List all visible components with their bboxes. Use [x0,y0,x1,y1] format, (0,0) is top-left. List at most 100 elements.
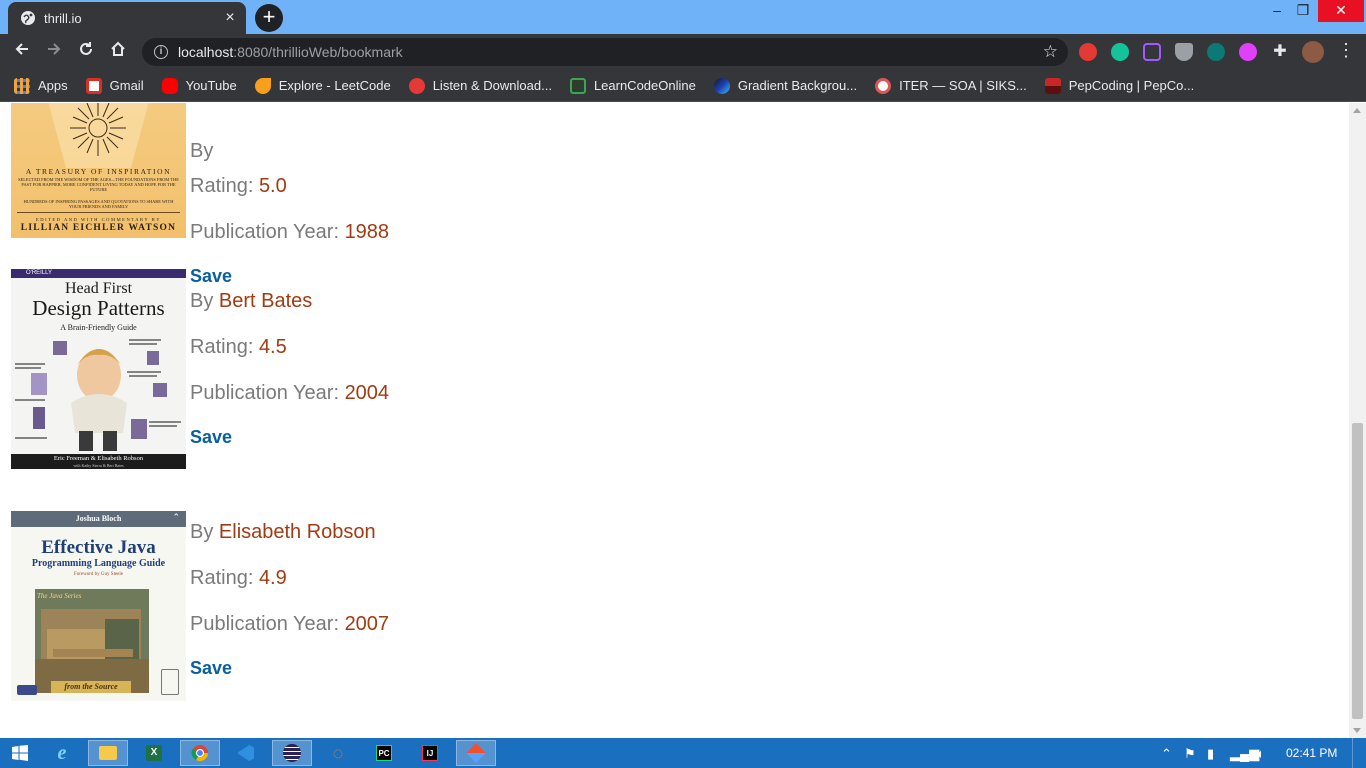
bookmark-star-icon[interactable]: ☆ [1043,42,1058,62]
cover-title: Effective Java [41,537,156,558]
pycharm-icon[interactable]: PC [364,740,404,766]
reload-icon[interactable] [74,40,98,64]
ie-icon[interactable]: e [42,740,82,766]
intellij-icon[interactable]: IJ [410,740,450,766]
book-publication-year: Publication Year: 2004 [190,382,390,404]
cover-series: The Java Series [37,592,82,600]
book-rating: Rating: 5.0 [190,175,287,197]
apps-grid-icon [14,77,30,94]
save-button[interactable]: Save [190,266,232,287]
book-author: By Elisabeth Robson [190,521,376,543]
bookmark-iter-soa[interactable]: ITER — SOA | SIKS... [875,77,1027,94]
cover-subtitle: A Brain-Friendly Guide [60,323,137,332]
save-button[interactable]: Save [190,658,232,679]
git-icon[interactable] [456,740,496,766]
book-publication-year: Publication Year: 2007 [190,613,390,635]
book-rating: Rating: 4.9 [190,567,287,589]
volume-icon[interactable]: 🔈︎ [1257,746,1265,762]
cover-editor: LILLIAN EICHLER WATSON [20,223,177,233]
iter-icon [875,77,892,94]
vscode-icon[interactable] [226,740,266,766]
cover-illustration [15,339,181,451]
address-bar[interactable]: i localhost :8080/thrillioWeb/bookmark ☆ [142,38,1068,66]
bookmark-learncodeonline[interactable]: LearnCodeOnline [569,77,696,94]
chrome-icon[interactable] [180,740,220,766]
cover-title-2: Design Patterns [32,296,165,320]
url-path: :8080/thrillioWeb/bookmark [233,44,403,60]
book-cover-image: A TREASURY OF INSPIRATION SELECTED FROM … [11,103,186,238]
book-cover-image: Joshua Bloch ⌃ Effective Java Programmin… [11,511,186,701]
clock[interactable]: 02:41 PM [1286,746,1337,760]
extension-purple-icon[interactable] [1143,43,1161,61]
cover-editor-line: EDITED AND WITH COMMENTARY BY [35,217,162,222]
start-icon[interactable] [0,740,40,766]
scrollbar-thumb[interactable] [1352,423,1363,719]
bookmark-pepcoding[interactable]: PepCoding | PepCo... [1044,77,1194,94]
file-explorer-icon[interactable] [88,740,128,766]
tab-close-icon[interactable]: × [220,9,240,27]
bookmark-gmail[interactable]: Gmail [85,77,144,94]
tab-strip: thrill.io × + – ❐ ✕ [0,0,1366,34]
forward-icon[interactable] [42,40,66,64]
back-icon[interactable] [10,40,34,64]
flag-icon[interactable]: ⚑ [1184,746,1196,762]
tab-thrillio[interactable]: thrill.io × [8,2,246,34]
show-desktop-button[interactable] [1352,738,1366,768]
music-icon [408,77,425,94]
book-author: By [190,140,214,162]
cover-author-band: Joshua Bloch ⌃ [11,511,186,527]
java-logo-icon [161,669,179,695]
leetcode-icon [254,77,271,94]
network-icon[interactable]: ▂▄▆ [1230,746,1259,762]
url-host: localhost [178,44,234,60]
page-content: A TREASURY OF INSPIRATION SELECTED FROM … [0,103,1349,738]
cover-rule [17,212,180,213]
tray-expand-icon[interactable]: ⌃ [1161,746,1172,762]
save-button[interactable]: Save [190,427,232,448]
tab-title: thrill.io [44,10,82,26]
cover-blurb-2: HUNDREDS OF INSPIRING PASSAGES AND QUOTA… [23,199,174,209]
book-rating: Rating: 4.5 [190,336,287,358]
cover-subtitle: Programming Language Guide [31,558,166,569]
pepcoding-icon [1044,77,1061,94]
cover-footer: Eric Freeman & Elisabeth Robson with Kat… [11,454,186,469]
scroll-up-icon[interactable] [1353,108,1361,113]
extension-teal-icon[interactable] [1207,43,1225,61]
scroll-down-icon[interactable] [1353,728,1361,733]
extensions-puzzle-icon[interactable]: ✚ [1271,43,1289,61]
gradient-icon [713,77,730,94]
vertical-scrollbar[interactable] [1349,103,1366,738]
cover-emblem-icon: ⌃ [172,512,180,522]
excel-icon[interactable]: X [134,740,174,766]
book-author: By Bert Bates [190,290,313,312]
bookmark-youtube[interactable]: YouTube [161,77,237,94]
bookmark-apps[interactable]: Apps [14,77,68,94]
bookmarks-bar: Apps Gmail YouTube Explore - LeetCode Li… [0,70,1366,102]
jupyter-icon[interactable]: ◌ [318,740,358,766]
browser-toolbar: i localhost :8080/thrillioWeb/bookmark ☆… [0,34,1366,70]
profile-avatar[interactable] [1302,41,1324,63]
youtube-icon [161,77,178,94]
cover-blurb: SELECTED FROM THE WISDOM OF THE AGES—THE… [18,177,179,192]
close-window-button[interactable]: ✕ [1318,0,1364,22]
extension-moon-icon[interactable] [1239,43,1257,61]
sun-logo-icon [17,685,37,695]
bookmark-listen-download[interactable]: Listen & Download... [408,77,552,94]
grammarly-icon[interactable] [1111,43,1129,61]
battery-icon[interactable]: ▮ [1207,746,1214,762]
site-info-icon[interactable]: i [154,45,168,59]
cover-subtitle: A TREASURY OF INSPIRATION [25,167,172,176]
adblock-icon[interactable] [1079,43,1097,61]
new-tab-button[interactable]: + [255,4,283,32]
eclipse-icon[interactable] [272,740,312,766]
cover-tagline-band: from the Source [51,681,131,693]
menu-kebab-icon[interactable]: ⋮ [1337,40,1355,61]
bookmark-gradient[interactable]: Gradient Backgrou... [713,77,857,94]
shield-icon[interactable] [1175,43,1193,61]
book-publication-year: Publication Year: 1988 [190,221,390,243]
book-cover-image: O'REILLY Head First Design Patterns A Br… [11,269,186,469]
home-icon[interactable] [106,40,130,64]
bookmark-leetcode[interactable]: Explore - LeetCode [254,77,391,94]
cover-foreword: Foreword by Guy Steele [73,572,124,577]
gmail-icon [85,77,102,94]
